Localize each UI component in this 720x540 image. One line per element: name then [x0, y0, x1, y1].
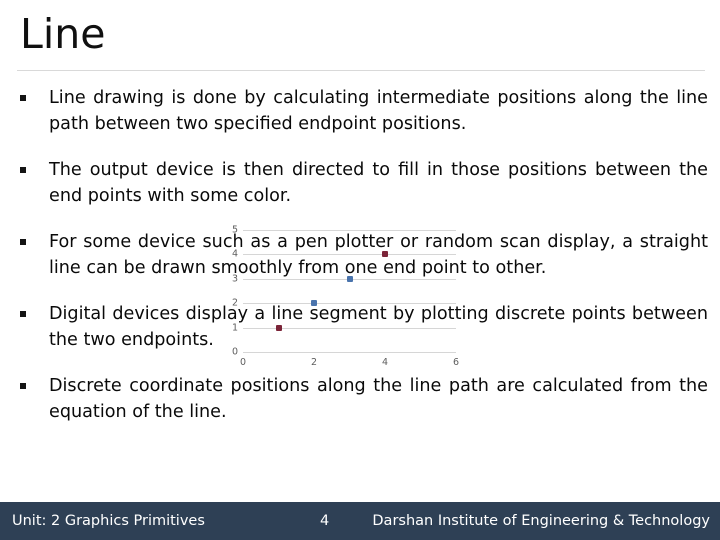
chart-data-point[interactable]: [311, 300, 317, 307]
chart-y-tick-label: 2: [231, 297, 238, 309]
bullet-square-icon: [20, 167, 26, 173]
chart-plot-area: 0 1 2 3 4 5 0 2 4 6: [232, 225, 459, 367]
footer-institute-label: Darshan Institute of Engineering & Techn…: [372, 513, 710, 529]
chart-y-tick-label: 4: [231, 248, 238, 260]
footer-page-number: 4: [320, 513, 330, 529]
scatter-chart[interactable]: 0 1 2 3 4 5 0 2 4 6: [222, 222, 468, 386]
bullet-square-icon: [20, 383, 26, 389]
bullet-square-icon: [20, 311, 26, 317]
chart-gridline: [243, 303, 456, 305]
chart-gridline: [243, 254, 456, 256]
list-item-text: The output device is then directed to fi…: [49, 160, 708, 206]
chart-y-tick-label: 1: [231, 321, 238, 333]
slide-title-area: Line: [0, 6, 720, 64]
chart-y-tick-label: 0: [231, 346, 238, 358]
chart-gridline: [243, 230, 456, 231]
chart-y-tick-label: 5: [231, 224, 238, 236]
slide-footer: Unit: 2 Graphics Primitives 4 Darshan In…: [0, 502, 720, 540]
chart-gridline: [243, 352, 456, 353]
list-item: Line drawing is done by calculating inte…: [20, 86, 708, 137]
bullet-square-icon: [20, 95, 26, 101]
chart-x-tick-label: 4: [381, 357, 389, 368]
title-divider: [17, 70, 705, 71]
slide: Line Line drawing is done by calculating…: [0, 0, 720, 540]
chart-y-tick-label: 3: [231, 273, 238, 285]
chart-x-tick-label: 0: [239, 357, 247, 368]
chart-x-tick-label: 6: [452, 357, 460, 368]
page-title: Line: [20, 10, 106, 58]
chart-data-point[interactable]: [382, 251, 388, 258]
chart-data-point[interactable]: [275, 324, 282, 331]
bullet-square-icon: [20, 239, 26, 245]
chart-gridline: [243, 327, 456, 329]
footer-unit-label: Unit: 2 Graphics Primitives: [12, 513, 205, 529]
chart-x-tick-label: 2: [310, 357, 318, 368]
list-item: The output device is then directed to fi…: [20, 158, 708, 209]
list-item-text: Line drawing is done by calculating inte…: [49, 88, 708, 134]
chart-data-point[interactable]: [346, 275, 353, 282]
